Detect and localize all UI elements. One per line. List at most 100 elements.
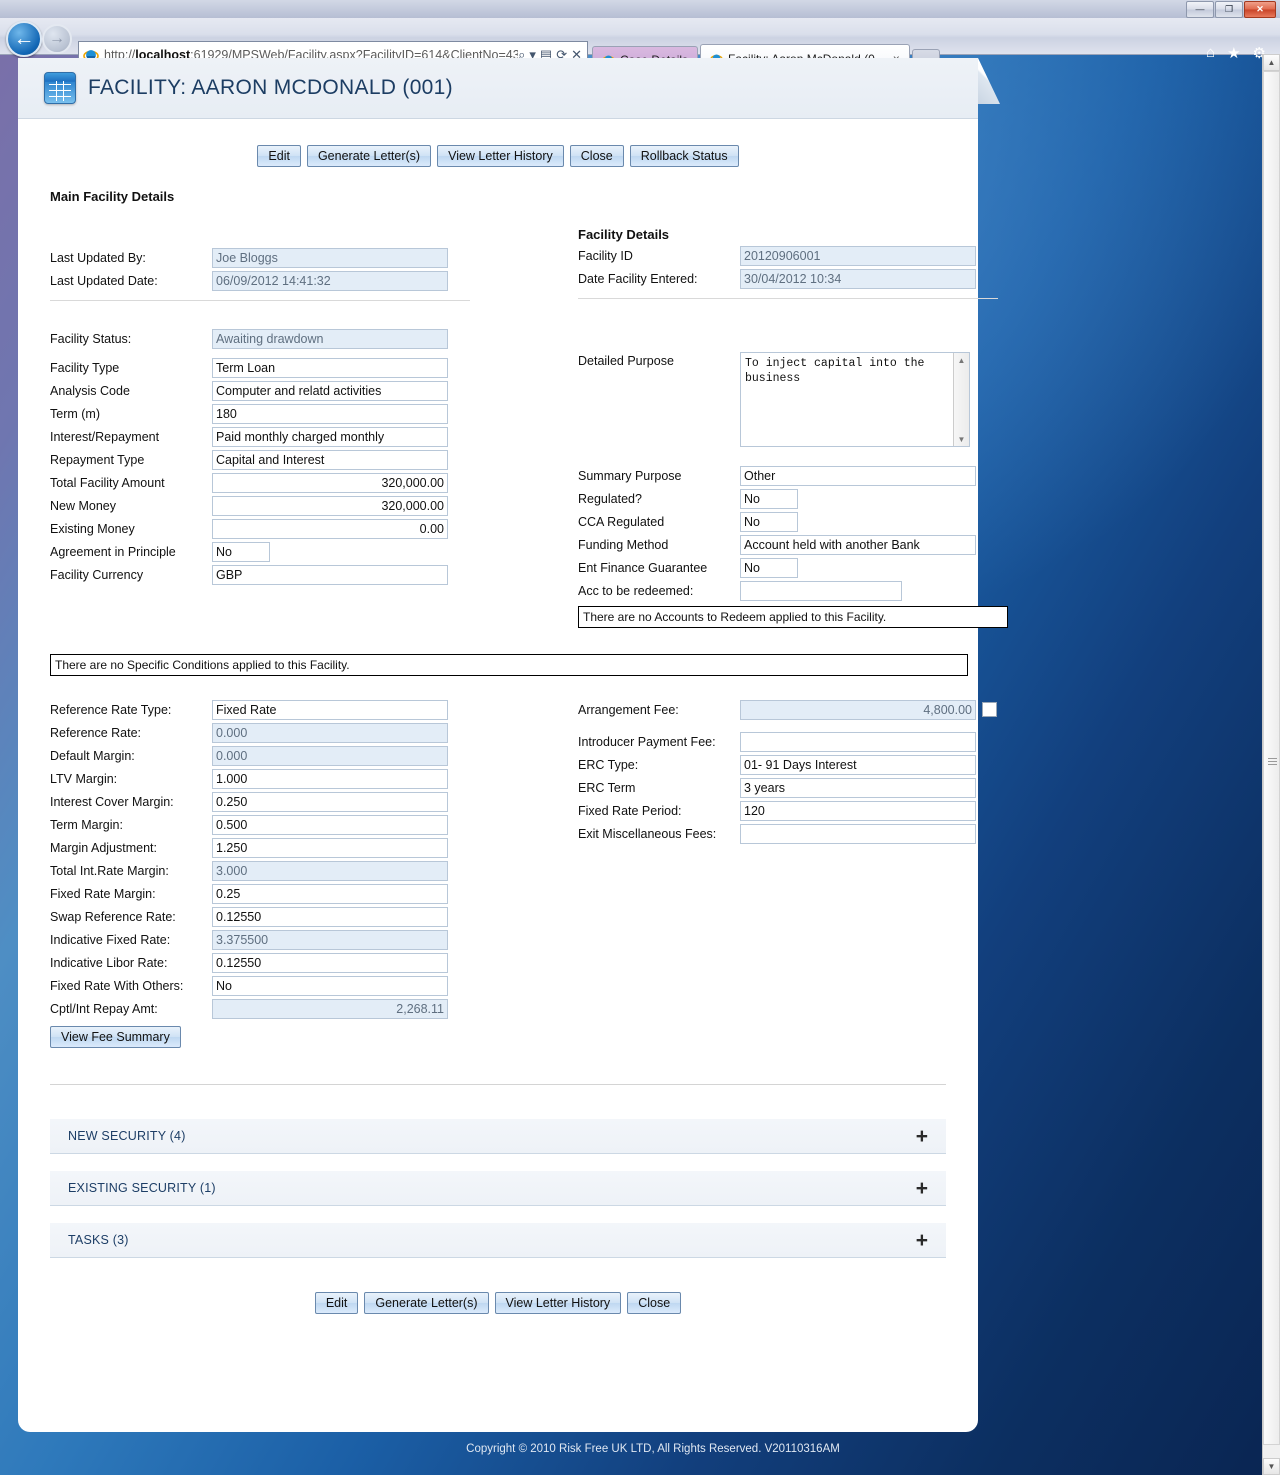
accordion-title: NEW SECURITY (4) — [68, 1129, 186, 1143]
view-letter-history-button-top[interactable]: View Letter History — [437, 145, 564, 167]
field-row-last-updated-by: Last Updated By: Joe Bloggs — [50, 246, 470, 269]
last-updated-by-value: Joe Bloggs — [212, 247, 448, 268]
field-label: Reference Rate: — [50, 725, 142, 740]
existing-money-input[interactable]: 0.00 — [212, 518, 448, 539]
erc-term-input[interactable]: 3 years — [740, 777, 976, 798]
grid-table-icon — [44, 72, 76, 104]
close-window-button[interactable]: ✕ — [1244, 1, 1276, 18]
plus-icon[interactable]: + — [916, 1126, 928, 1147]
field-row-existing-money: Existing Money 0.00 — [50, 517, 470, 540]
accordion-existing-security[interactable]: EXISTING SECURITY (1) + — [50, 1171, 946, 1206]
field-label: Interest/Repayment — [50, 429, 160, 444]
field-row-erc-term: ERC Term 3 years — [578, 776, 1008, 799]
textarea-scrollbar[interactable]: ▲ ▼ — [953, 353, 969, 446]
margin-adjustment-input[interactable]: 1.250 — [212, 837, 448, 858]
field-label: Term Margin: — [50, 817, 123, 832]
edit-button-bottom[interactable]: Edit — [314, 1292, 359, 1314]
field-row-interest-cover-margin: Interest Cover Margin: 0.250 — [50, 790, 470, 813]
field-row-cptl-int-repay-amt: Cptl/Int Repay Amt: 2,268.11 — [50, 997, 470, 1020]
funding-method-input[interactable]: Account held with another Bank — [740, 534, 976, 555]
exit-miscellaneous-fees-input[interactable] — [740, 823, 976, 844]
reference-rate-type-input[interactable]: Fixed Rate — [212, 699, 448, 720]
plus-icon[interactable]: + — [916, 1230, 928, 1251]
facility-id-value: 20120906001 — [740, 245, 976, 266]
ent-finance-guarantee-input[interactable]: No — [740, 557, 798, 578]
scrollbar-thumb[interactable] — [1263, 71, 1280, 1445]
agreement-in-principle-input[interactable]: No — [212, 541, 270, 562]
field-row-margin-adjustment: Margin Adjustment: 1.250 — [50, 836, 470, 859]
forward-button[interactable]: → — [42, 24, 72, 54]
field-row-date-facility-entered: Date Facility Entered: 30/04/2012 10:34 — [578, 267, 998, 290]
regulated-input[interactable]: No — [740, 488, 798, 509]
field-row-term-months: Term (m) 180 — [50, 402, 470, 425]
repayment-type-input[interactable]: Capital and Interest — [212, 449, 448, 470]
detailed-purpose-textarea[interactable] — [740, 352, 970, 447]
analysis-code-input[interactable]: Computer and relatd activities — [212, 380, 448, 401]
field-label: Summary Purpose — [578, 468, 682, 483]
minimize-button[interactable]: — — [1186, 1, 1214, 18]
page-header: FACILITY: AARON MCDONALD (001) — [18, 58, 1000, 119]
generate-letters-button-top[interactable]: Generate Letter(s) — [306, 145, 432, 167]
cca-regulated-input[interactable]: No — [740, 511, 798, 532]
field-label: Facility Status: — [50, 331, 132, 346]
arrangement-fee-checkbox[interactable] — [982, 702, 997, 717]
rollback-status-button[interactable]: Rollback Status — [629, 145, 739, 167]
fixed-rate-period-input[interactable]: 120 — [740, 800, 976, 821]
facility-currency-input[interactable]: GBP — [212, 564, 448, 585]
rates-left-column: Reference Rate Type: Fixed Rate Referenc… — [50, 698, 470, 1048]
fixed-rate-with-others-input[interactable]: No — [212, 975, 448, 996]
total-facility-amount-input[interactable]: 320,000.00 — [212, 472, 448, 493]
accordion-tasks[interactable]: TASKS (3) + — [50, 1223, 946, 1258]
scroll-down-arrow[interactable]: ▼ — [1263, 1458, 1280, 1475]
swap-reference-rate-input[interactable]: 0.12550 — [212, 906, 448, 927]
field-row-ltv-margin: LTV Margin: 1.000 — [50, 767, 470, 790]
term-margin-input[interactable]: 0.500 — [212, 814, 448, 835]
copyright-text: Copyright © 2010 Risk Free UK LTD, All R… — [466, 1443, 840, 1455]
new-money-input[interactable]: 320,000.00 — [212, 495, 448, 516]
default-margin-value: 0.000 — [212, 745, 448, 766]
summary-purpose-input[interactable]: Other — [740, 465, 976, 486]
interest-repayment-input[interactable]: Paid monthly charged monthly — [212, 426, 448, 447]
field-label: Margin Adjustment: — [50, 840, 157, 855]
web-page: FACILITY: AARON MCDONALD (001) Edit Gene… — [18, 58, 1203, 1463]
field-row-introducer-payment-fee: Introducer Payment Fee: — [578, 730, 1008, 753]
field-label: CCA Regulated — [578, 514, 665, 529]
view-fee-summary-button[interactable]: View Fee Summary — [50, 1026, 181, 1048]
fixed-rate-margin-input[interactable]: 0.25 — [212, 883, 448, 904]
interest-cover-margin-input[interactable]: 0.250 — [212, 791, 448, 812]
scroll-up-arrow[interactable]: ▲ — [954, 353, 969, 367]
view-letter-history-button-bottom[interactable]: View Letter History — [494, 1292, 622, 1314]
page-body: Edit Generate Letter(s) View Letter Hist… — [18, 119, 1008, 1314]
term-months-input[interactable]: 180 — [212, 403, 448, 424]
field-row-erc-type: ERC Type: 01- 91 Days Interest — [578, 753, 1008, 776]
introducer-payment-fee-input[interactable] — [740, 731, 976, 752]
ltv-margin-input[interactable]: 1.000 — [212, 768, 448, 789]
plus-icon[interactable]: + — [916, 1178, 928, 1199]
scroll-down-arrow[interactable]: ▼ — [954, 432, 969, 446]
field-label: Funding Method — [578, 537, 669, 552]
indicative-libor-rate-input[interactable]: 0.12550 — [212, 952, 448, 973]
field-row-indicative-libor-rate: Indicative Libor Rate: 0.12550 — [50, 951, 470, 974]
field-row-facility-id: Facility ID 20120906001 — [578, 244, 998, 267]
facility-type-input[interactable]: Term Loan — [212, 357, 448, 378]
facility-status-value: Awaiting drawdown — [212, 328, 448, 349]
scroll-up-arrow[interactable]: ▲ — [1263, 54, 1280, 71]
accordion-new-security[interactable]: NEW SECURITY (4) + — [50, 1119, 946, 1154]
edit-button-top[interactable]: Edit — [257, 145, 301, 167]
close-button-bottom[interactable]: Close — [627, 1292, 682, 1314]
page-vertical-scrollbar[interactable]: ▲ ▼ — [1262, 54, 1280, 1475]
restore-button[interactable]: ❐ — [1215, 1, 1243, 18]
field-row-facility-currency: Facility Currency GBP — [50, 563, 470, 586]
home-icon[interactable]: ⌂ — [1206, 44, 1215, 62]
acc-to-be-redeemed-input[interactable] — [740, 580, 902, 601]
field-label: LTV Margin: — [50, 771, 118, 786]
close-button-top[interactable]: Close — [569, 145, 624, 167]
field-row-fixed-rate-margin: Fixed Rate Margin: 0.25 — [50, 882, 470, 905]
generate-letters-button-bottom[interactable]: Generate Letter(s) — [364, 1292, 489, 1314]
field-label: Facility ID — [578, 248, 633, 263]
back-button[interactable]: ← — [6, 21, 42, 57]
erc-type-input[interactable]: 01- 91 Days Interest — [740, 754, 976, 775]
field-row-agreement-in-principle: Agreement in Principle No — [50, 540, 470, 563]
field-row-reference-rate: Reference Rate: 0.000 — [50, 721, 470, 744]
favorites-icon[interactable]: ★ — [1227, 44, 1240, 62]
